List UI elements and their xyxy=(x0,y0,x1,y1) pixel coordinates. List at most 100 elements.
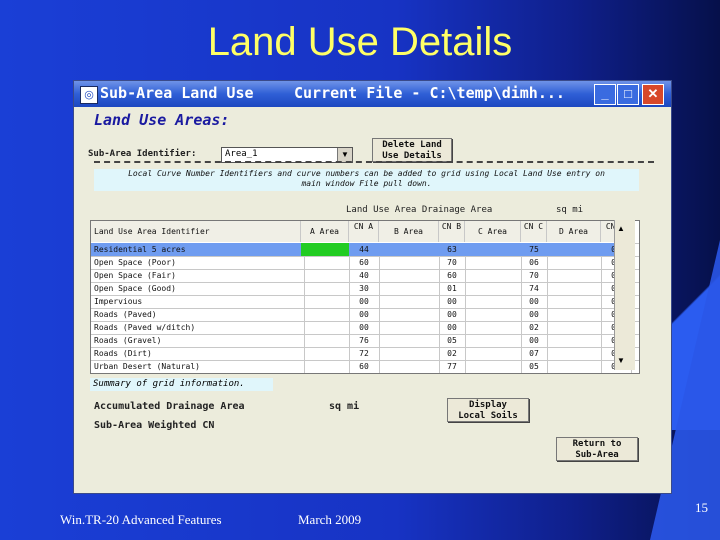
table-row[interactable]: Open Space (Fair)40607004 xyxy=(91,269,639,283)
table-cell[interactable]: 76 xyxy=(349,334,380,347)
table-row[interactable]: Open Space (Poor)60700600 xyxy=(91,256,639,270)
table-cell[interactable]: Roads (Paved) xyxy=(91,308,305,321)
table-cell[interactable]: 70 xyxy=(439,256,466,269)
table-cell[interactable]: 02 xyxy=(439,347,466,360)
table-cell[interactable] xyxy=(465,269,522,282)
table-cell[interactable] xyxy=(547,282,602,295)
table-cell[interactable]: Open Space (Fair) xyxy=(91,269,305,282)
table-cell[interactable] xyxy=(379,334,440,347)
table-cell[interactable] xyxy=(301,347,350,360)
table-cell[interactable]: Impervious xyxy=(91,295,305,308)
table-cell[interactable]: 05 xyxy=(521,360,548,373)
table-cell[interactable] xyxy=(547,308,602,321)
table-cell[interactable]: 75 xyxy=(521,243,548,256)
table-cell[interactable] xyxy=(465,256,522,269)
table-cell[interactable]: 40 xyxy=(349,269,380,282)
table-cell[interactable]: 72 xyxy=(349,347,380,360)
land-use-grid[interactable]: Land Use Area Identifier A Area CN A B A… xyxy=(90,220,640,374)
close-button[interactable]: ✕ xyxy=(642,84,664,105)
table-cell[interactable] xyxy=(379,360,440,373)
scroll-up-icon[interactable]: ▲ xyxy=(617,224,625,233)
table-cell[interactable] xyxy=(301,269,350,282)
table-cell[interactable] xyxy=(379,282,440,295)
table-cell[interactable]: Residential 5 acres xyxy=(91,243,305,256)
table-cell[interactable] xyxy=(547,295,602,308)
minimize-button[interactable]: _ xyxy=(594,84,616,105)
table-cell[interactable] xyxy=(301,243,350,256)
table-cell[interactable] xyxy=(465,308,522,321)
table-cell[interactable] xyxy=(301,308,350,321)
table-cell[interactable] xyxy=(379,347,440,360)
table-cell[interactable] xyxy=(465,360,522,373)
table-cell[interactable] xyxy=(465,347,522,360)
table-cell[interactable]: 00 xyxy=(521,334,548,347)
table-row[interactable]: Roads (Paved)00000000 xyxy=(91,308,639,322)
scroll-down-icon[interactable]: ▼ xyxy=(617,356,625,365)
table-cell[interactable] xyxy=(301,321,350,334)
table-cell[interactable]: 44 xyxy=(349,243,380,256)
table-row[interactable]: Open Space (Good)30017400 xyxy=(91,282,639,296)
table-cell[interactable]: Urban Desert (Natural) xyxy=(91,360,305,373)
table-cell[interactable]: 00 xyxy=(349,295,380,308)
table-cell[interactable] xyxy=(465,321,522,334)
table-cell[interactable]: 60 xyxy=(349,360,380,373)
table-cell[interactable]: 70 xyxy=(521,269,548,282)
maximize-button[interactable]: □ xyxy=(617,84,639,105)
table-cell[interactable]: 30 xyxy=(349,282,380,295)
table-cell[interactable] xyxy=(301,256,350,269)
table-cell[interactable] xyxy=(547,347,602,360)
table-cell[interactable] xyxy=(301,360,350,373)
table-cell[interactable] xyxy=(547,256,602,269)
table-cell[interactable] xyxy=(547,321,602,334)
table-cell[interactable] xyxy=(547,243,602,256)
table-row[interactable]: Residential 5 acres44637500 xyxy=(91,243,639,257)
table-cell[interactable]: 00 xyxy=(521,308,548,321)
table-cell[interactable] xyxy=(547,360,602,373)
table-cell[interactable]: Roads (Dirt) xyxy=(91,347,305,360)
table-row[interactable]: Roads (Dirt)72020700 xyxy=(91,347,639,361)
table-cell[interactable] xyxy=(301,334,350,347)
table-cell[interactable]: 00 xyxy=(349,321,380,334)
table-cell[interactable] xyxy=(379,321,440,334)
table-cell[interactable] xyxy=(379,243,440,256)
table-cell[interactable] xyxy=(465,295,522,308)
table-cell[interactable]: Open Space (Good) xyxy=(91,282,305,295)
grid-scrollbar[interactable]: ▲ ▼ xyxy=(614,220,635,370)
window-titlebar[interactable]: ◎ Sub-Area Land Use Current File - C:\te… xyxy=(74,81,671,107)
table-cell[interactable]: 00 xyxy=(349,308,380,321)
table-cell[interactable]: 60 xyxy=(349,256,380,269)
table-cell[interactable]: Open Space (Poor) xyxy=(91,256,305,269)
table-cell[interactable] xyxy=(379,256,440,269)
chevron-down-icon[interactable]: ▼ xyxy=(337,148,352,162)
table-cell[interactable]: 07 xyxy=(521,347,548,360)
table-cell[interactable]: 00 xyxy=(439,321,466,334)
table-cell[interactable]: 00 xyxy=(521,295,548,308)
table-cell[interactable]: 00 xyxy=(439,295,466,308)
table-cell[interactable] xyxy=(301,282,350,295)
table-cell[interactable] xyxy=(379,269,440,282)
display-local-soils-button[interactable]: Display Local Soils xyxy=(447,398,529,422)
table-cell[interactable]: 05 xyxy=(439,334,466,347)
table-cell[interactable]: 74 xyxy=(521,282,548,295)
table-row[interactable]: Impervious00000000 xyxy=(91,295,639,309)
table-cell[interactable]: 77 xyxy=(439,360,466,373)
table-row[interactable]: Urban Desert (Natural)60770500 xyxy=(91,360,639,373)
table-row[interactable]: Roads (Gravel)76050001 xyxy=(91,334,639,348)
delete-land-use-details-button[interactable]: Delete Land Use Details xyxy=(372,138,452,162)
table-cell[interactable] xyxy=(379,308,440,321)
table-cell[interactable]: 60 xyxy=(439,269,466,282)
table-cell[interactable]: 00 xyxy=(439,308,466,321)
table-cell[interactable] xyxy=(301,295,350,308)
table-cell[interactable]: 06 xyxy=(521,256,548,269)
table-cell[interactable] xyxy=(465,334,522,347)
return-to-sub-area-button[interactable]: Return to Sub-Area xyxy=(556,437,638,461)
table-cell[interactable] xyxy=(465,243,522,256)
table-cell[interactable]: Roads (Paved w/ditch) xyxy=(91,321,305,334)
table-cell[interactable] xyxy=(465,282,522,295)
table-cell[interactable]: 63 xyxy=(439,243,466,256)
table-cell[interactable]: 02 xyxy=(521,321,548,334)
table-cell[interactable] xyxy=(379,295,440,308)
table-cell[interactable] xyxy=(547,269,602,282)
table-cell[interactable] xyxy=(547,334,602,347)
table-cell[interactable]: Roads (Gravel) xyxy=(91,334,305,347)
